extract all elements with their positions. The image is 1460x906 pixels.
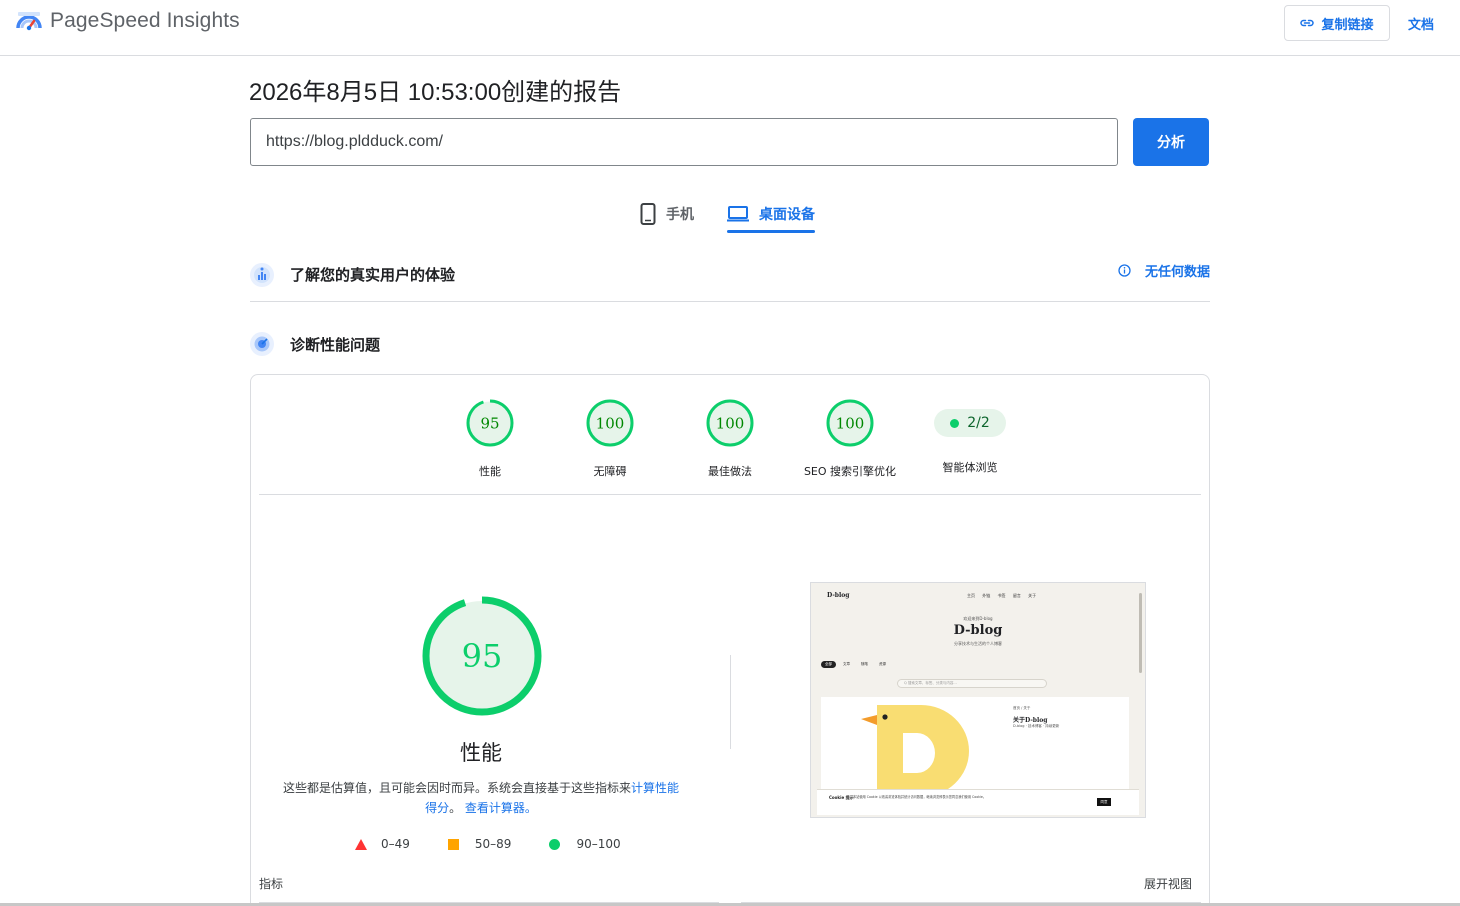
pagespeed-logo-icon [16,12,42,31]
score-value: 100 [596,415,625,433]
legend-pass: 90–100 [549,837,621,851]
score-ring: 100 [826,399,874,447]
score-value: 100 [716,415,745,433]
thumb-subtitle: 分享技术与生活的个人博客 [954,641,1002,646]
gauge-performance[interactable]: 95 性能 [430,399,550,479]
vertical-divider [730,655,731,749]
pass-circle-icon [549,838,561,850]
no-data-label: 无任何数据 [1144,265,1210,280]
estimate-note: 这些都是估算值，且可能会因时而异。系统会直接基于这些指标来计算性能得分。 查看计… [281,778,681,818]
thumb-brand: D-blog [827,592,850,599]
gauge-seo[interactable]: 100 SEO 搜索引擎优化 [790,399,910,479]
thumb-cookie-desc: 本站使用 Cookie 以改善浏览体验并统计访问数据，继续浏览即表示您同意我们使… [853,795,987,799]
score-value: 100 [836,415,865,433]
calculator-link[interactable]: 查看计算器。 [465,801,537,815]
metrics-heading: 指标 [259,877,284,891]
thumb-site-title: D-blog [953,623,1003,638]
performance-label: 性能 [460,741,502,765]
top-bar: PageSpeed Insights 复制链接 文档 [0,0,1460,56]
final-screenshot-thumbnail[interactable]: D-blog 主页 外链 书签 留言 关于 欢迎来到D-blog D-blog … [810,582,1146,818]
agent-score-pill: 2/2 [934,409,1006,437]
divider [259,494,1201,495]
score-legend: 0–49 50–89 90–100 [355,837,659,851]
real-user-section[interactable]: 了解您的真实用户的体验 无任何数据 [250,248,1210,302]
diagnose-section: 诊断性能问题 [250,322,1210,366]
thumb-cookie-button: 同意 [1097,798,1111,806]
performance-score: 95 [462,637,503,675]
laptop-icon [727,206,749,222]
score-label: SEO 搜索引擎优化 [803,465,897,478]
agent-label: 智能体浏览 [942,461,998,474]
score-label: 无障碍 [593,465,627,478]
legend-average-range: 50–89 [474,837,512,851]
thumb-menu: 主页 外链 书签 留言 关于 [967,593,1037,598]
thumb-chip: 全部 [821,661,836,668]
gauge-accessibility[interactable]: 100 无障碍 [550,399,670,479]
info-icon [1118,264,1131,277]
phone-icon [640,203,656,225]
average-square-icon [447,838,459,850]
score-ring: 100 [586,399,634,447]
tab-desktop-label: 桌面设备 [759,207,815,223]
score-gauges: 95 性能 100 无障碍 100 最佳做法 100 SEO 搜索引擎优化 2/… [251,375,1209,494]
thumb-chip: 文章 [843,662,850,666]
copy-link-button[interactable]: 复制链接 [1284,5,1390,41]
link-icon [1300,19,1315,27]
score-ring: 95 [466,399,514,447]
score-label: 最佳做法 [708,465,752,478]
score-ring: 100 [706,399,754,447]
users-chart-icon [250,262,274,287]
thumb-tagline: 欢迎来到D-blog [963,616,993,621]
note-separator: 。 [449,801,462,815]
score-label: 性能 [479,465,501,478]
score-value: 95 [480,415,499,433]
app-logo[interactable]: PageSpeed Insights [16,8,240,34]
real-user-title: 了解您的真实用户的体验 [290,266,456,284]
report-card: 95 性能 100 无障碍 100 最佳做法 100 SEO 搜索引擎优化 2/… [250,374,1210,906]
thumb-scrollbar [1139,593,1142,673]
thumb-about-desc: D-blog · 技术博客 · 持续更新 [1013,724,1060,728]
thumb-cookie-title: Cookie 提示 [829,795,854,800]
thumb-crumb: 首页 / 关于 [1013,706,1031,710]
gauge-best-practices[interactable]: 100 最佳做法 [670,399,790,479]
duck-d-icon [861,705,969,793]
fail-triangle-icon [355,838,367,850]
thumb-chips: 全部 文章 随笔 资源 [821,661,893,668]
thumb-about-title: 关于D-blog [1013,717,1048,724]
lab-diagnostics-icon [250,332,274,356]
thumb-chip: 随笔 [861,662,868,666]
tab-desktop[interactable]: 桌面设备 [727,196,815,233]
performance-big-gauge: 95 [422,596,542,716]
thumb-nav: D-blog 主页 外链 书签 留言 关于 [817,587,1139,603]
thumb-chip: 资源 [879,662,886,666]
app-title: PageSpeed Insights [50,9,240,32]
copy-link-label: 复制链接 [1321,17,1374,33]
thumb-cookie-banner: Cookie 提示 本站使用 Cookie 以改善浏览体验并统计访问数据，继续浏… [817,789,1139,815]
legend-fail: 0–49 [355,837,410,851]
docs-link[interactable]: 文档 [1408,14,1434,33]
legend-fail-range: 0–49 [381,837,410,851]
agent-score-value: 2/2 [967,415,990,431]
gauge-agent-browsing[interactable]: 2/2 智能体浏览 [910,399,1030,475]
analyze-button[interactable]: 分析 [1133,118,1209,166]
legend-pass-range: 90–100 [576,837,621,851]
pass-dot-icon [950,418,960,428]
diagnose-title: 诊断性能问题 [290,335,381,354]
tab-mobile[interactable]: 手机 [640,196,694,232]
device-tabs: 手机 桌面设备 [640,196,815,233]
report-title: 2026年8月5日 10:53:00创建的报告 [249,79,622,106]
legend-average: 50–89 [447,837,512,851]
duck-illustration [821,697,1001,793]
url-input[interactable] [250,118,1118,166]
expand-view-toggle[interactable]: 展开视图 [1144,875,1192,892]
note-text: 这些都是估算值，且可能会因时而异。系统会直接基于这些指标来 [282,781,631,795]
no-data-link[interactable]: 无任何数据 [1118,261,1210,280]
thumb-search: Q 搜索文章、标签、分类与内容... [897,679,1047,688]
tab-mobile-label: 手机 [666,207,694,223]
